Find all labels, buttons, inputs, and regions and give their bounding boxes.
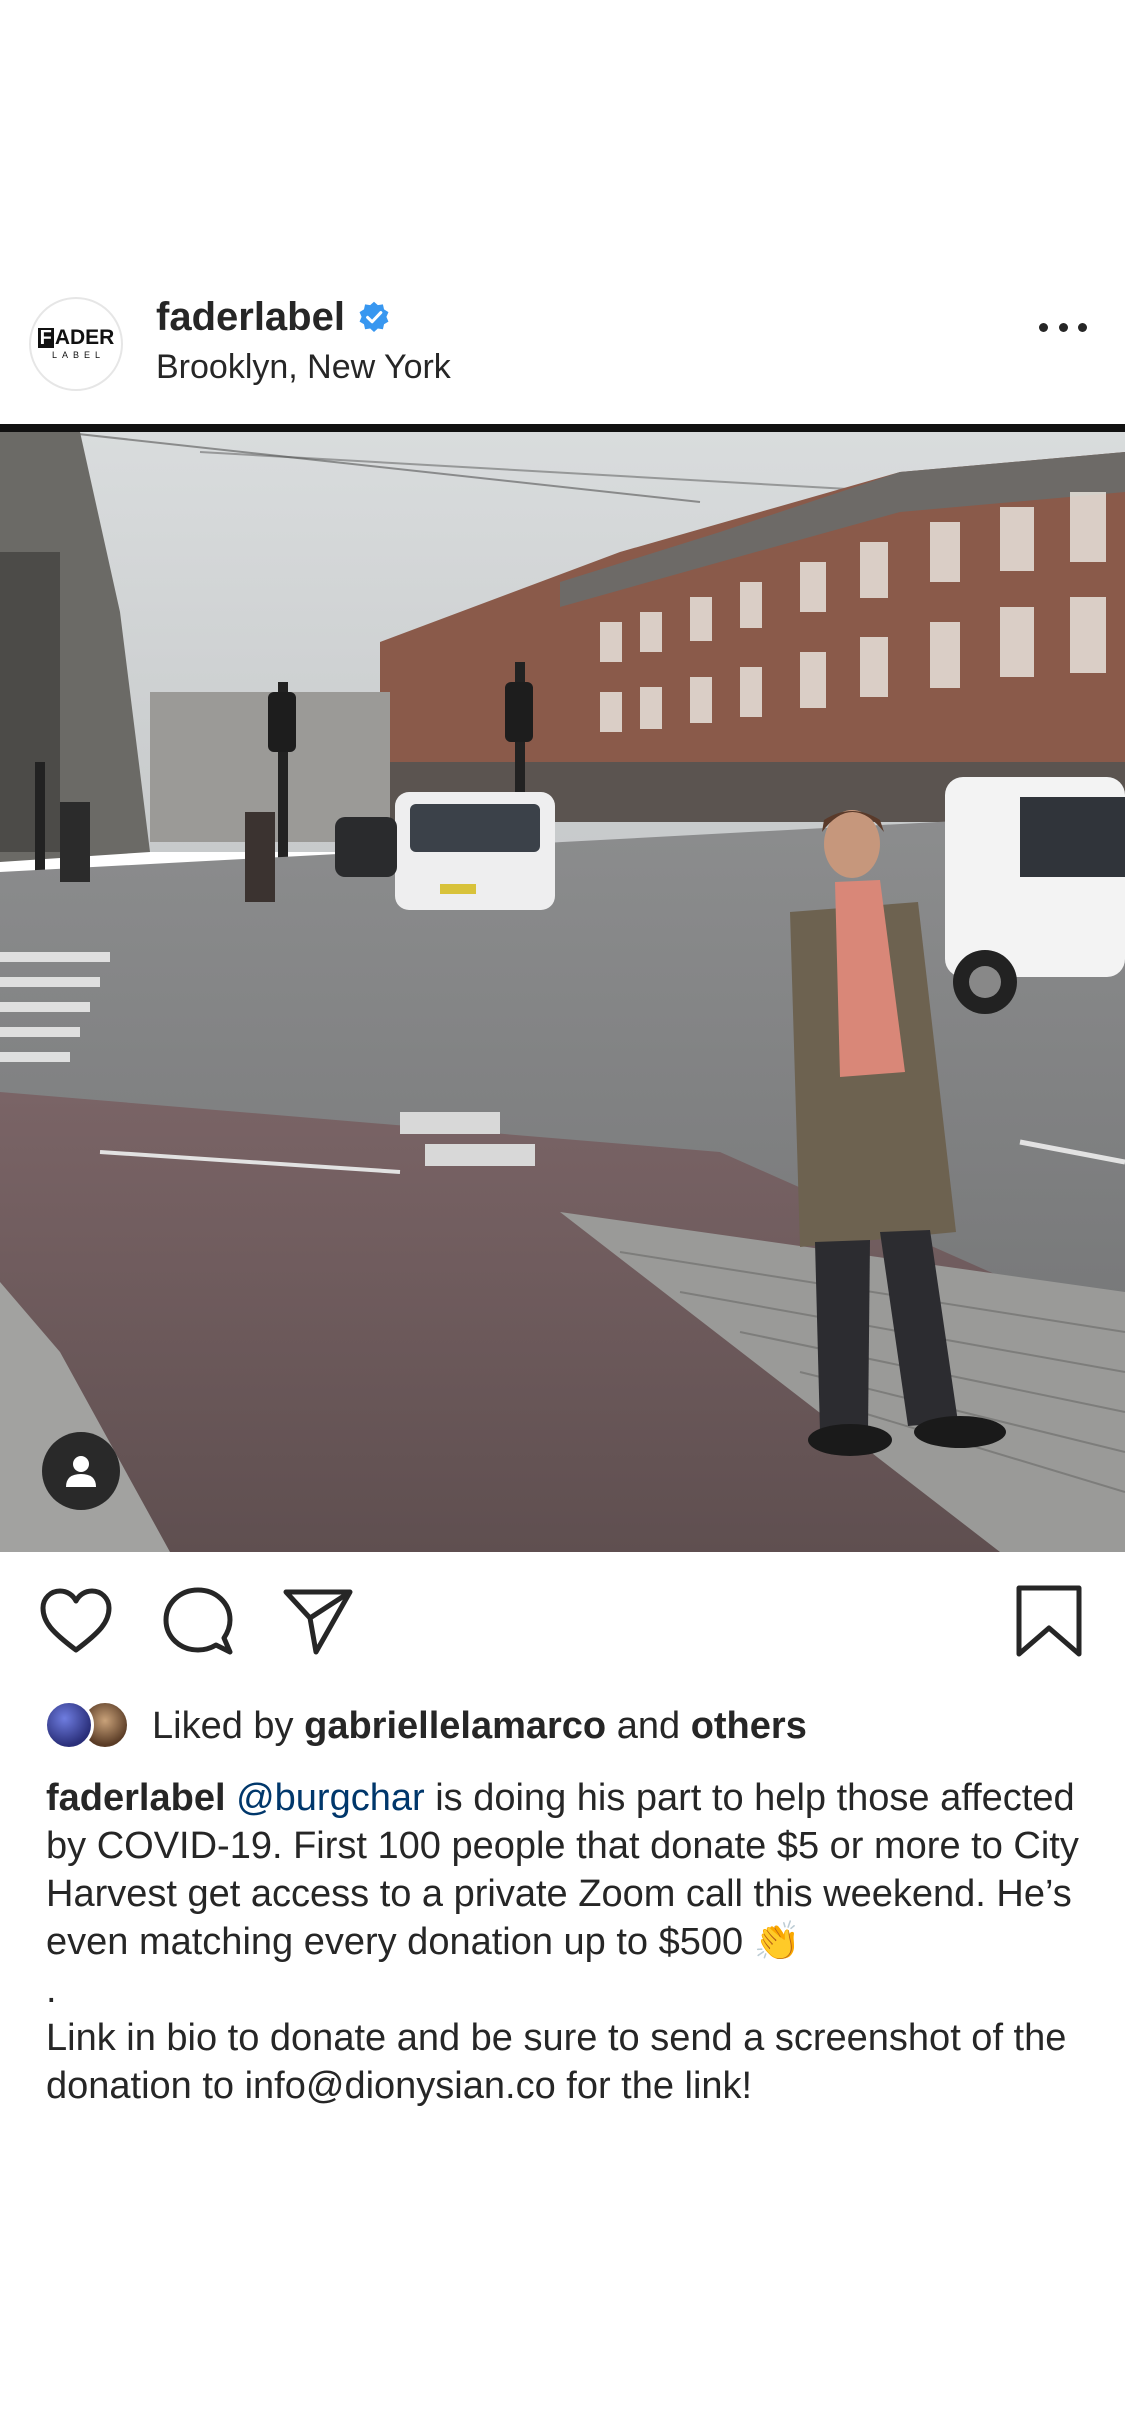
caption-second-paragraph: Link in bio to donate and be sure to sen… [46,2017,1067,2107]
post-location[interactable]: Brooklyn, New York [156,348,451,387]
caption-first-paragraph: faderlabel @burgchar is doing his part t… [46,1774,1086,1966]
likes-prefix: Liked by [152,1704,294,1747]
caption-username[interactable]: faderlabel [46,1777,226,1819]
post-action-bar [0,1584,1125,1664]
likes-row[interactable]: Liked by gabriellelamarco and others [44,1696,807,1756]
likes-others[interactable]: others [691,1705,807,1747]
liker-avatars [44,1698,138,1754]
user-tag-icon[interactable] [42,1432,120,1510]
verified-badge-icon [359,301,389,332]
likes-text: Liked by gabriellelamarco and others [152,1705,807,1748]
username-row: faderlabel [156,292,391,342]
instagram-post-screen: F ADER LABEL faderlabel Brooklyn, New Yor… [0,0,1125,2436]
liker-avatar [44,1700,94,1750]
street-scene-image [0,432,1125,1552]
caption-separator: . [46,1969,57,2011]
likes-user[interactable]: gabriellelamarco [304,1705,606,1747]
caption-mention[interactable]: @burgchar [236,1777,425,1819]
comment-icon[interactable] [160,1584,236,1660]
bookmark-icon[interactable] [1011,1584,1087,1660]
profile-avatar[interactable]: F ADER LABEL [29,297,123,391]
more-options-icon[interactable] [1039,312,1087,342]
post-caption: faderlabel @burgchar is doing his part t… [46,1774,1086,2110]
heart-icon[interactable] [38,1584,114,1660]
post-username[interactable]: faderlabel [156,295,345,340]
share-icon[interactable] [280,1584,356,1660]
avatar-logo-subtitle: LABEL [51,350,106,360]
post-photo[interactable] [0,424,1125,1552]
likes-joiner: and [616,1704,681,1747]
post-header: F ADER LABEL faderlabel Brooklyn, New Yor… [0,292,1125,424]
avatar-logo-wordmark: F ADER [37,326,115,349]
